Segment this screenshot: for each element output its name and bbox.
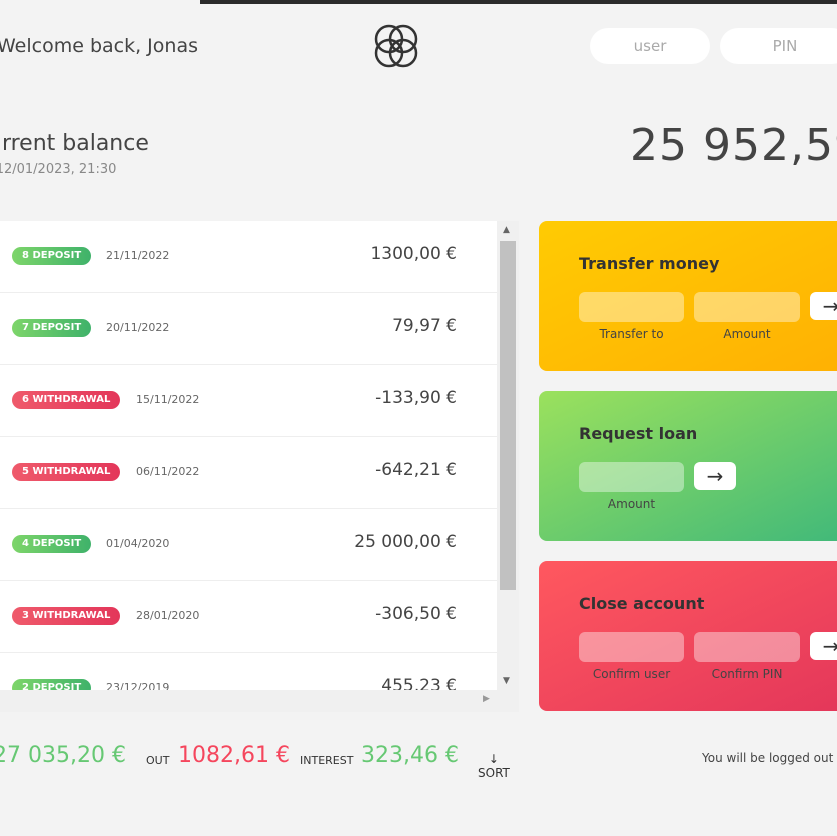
- movement-value: 1300,00 €: [370, 244, 457, 264]
- movement-value: -133,90 €: [375, 388, 457, 408]
- movement-type-badge: 6 WITHDRAWAL: [12, 391, 121, 409]
- movement-row: 5 WITHDRAWAL 06/11/2022 -642,21 €: [0, 437, 497, 509]
- balance-value: 25 952,59: [630, 120, 837, 171]
- movement-type-badge: 3 WITHDRAWAL: [12, 607, 121, 625]
- movement-value: -306,50 €: [375, 604, 457, 624]
- movement-type-badge: 8 DEPOSIT: [12, 247, 92, 265]
- close-pin-label: Confirm PIN: [711, 667, 783, 681]
- movement-type-badge: 4 DEPOSIT: [12, 535, 92, 553]
- logout-timer-text: You will be logged out: [702, 751, 834, 765]
- summary-out-value: 1082,61 €: [178, 743, 290, 768]
- close-submit-button[interactable]: →: [810, 632, 837, 660]
- movements-vertical-scrollbar[interactable]: ▲ ▼: [497, 221, 519, 690]
- summary-bar: 27 035,20 € OUT 1082,61 € INTEREST 323,4…: [0, 740, 837, 780]
- sort-label: SORT: [478, 766, 510, 780]
- balance-date: f 12/01/2023, 21:30: [0, 162, 117, 177]
- loan-title: Request loan: [579, 424, 698, 443]
- summary-in-value: 27 035,20 €: [0, 743, 126, 768]
- welcome-message: Welcome back, Jonas: [0, 35, 198, 57]
- movements-list[interactable]: 8 DEPOSIT 21/11/2022 1300,00 € 7 DEPOSIT…: [0, 221, 519, 712]
- movement-date: 15/11/2022: [136, 393, 200, 406]
- transfer-title: Transfer money: [579, 254, 720, 273]
- scroll-down-arrow-icon[interactable]: ▼: [503, 676, 510, 686]
- movements-horizontal-scrollbar[interactable]: ▶: [0, 690, 519, 712]
- loan-amount-input[interactable]: [579, 462, 684, 492]
- movement-date: 01/04/2020: [106, 537, 170, 550]
- scroll-right-arrow-icon[interactable]: ▶: [483, 694, 490, 704]
- loan-submit-button[interactable]: →: [694, 462, 736, 490]
- movement-date: 20/11/2022: [106, 321, 170, 334]
- close-pin-input[interactable]: [694, 632, 800, 662]
- sort-arrow-icon: ↓: [488, 752, 499, 766]
- movement-date: 06/11/2022: [136, 465, 200, 478]
- close-user-label: Confirm user: [592, 667, 671, 681]
- movement-value: 79,97 €: [392, 316, 457, 336]
- summary-interest-value: 323,46 €: [361, 743, 459, 768]
- summary-out-label: OUT: [146, 754, 170, 767]
- movement-row: 7 DEPOSIT 20/11/2022 79,97 €: [0, 293, 497, 365]
- movement-value: -642,21 €: [375, 460, 457, 480]
- sort-button[interactable]: ↓ SORT: [478, 752, 510, 780]
- balance-label: urrent balance: [0, 131, 149, 156]
- scroll-up-arrow-icon[interactable]: ▲: [503, 225, 510, 235]
- transfer-to-input[interactable]: [579, 292, 684, 322]
- transfer-submit-button[interactable]: →: [810, 292, 837, 320]
- movement-date: 28/01/2020: [136, 609, 200, 622]
- top-progress-bar: [200, 0, 837, 4]
- transfer-amount-input[interactable]: [694, 292, 800, 322]
- four-circles-logo-icon: [374, 24, 418, 68]
- scrollbar-thumb[interactable]: [500, 241, 516, 590]
- login-user-input[interactable]: [590, 28, 710, 64]
- movement-row: 3 WITHDRAWAL 28/01/2020 -306,50 €: [0, 581, 497, 653]
- close-user-input[interactable]: [579, 632, 684, 662]
- transfer-money-card: Transfer money → Transfer to Amount: [539, 221, 837, 371]
- movement-value: 25 000,00 €: [354, 532, 457, 552]
- movement-row: 8 DEPOSIT 21/11/2022 1300,00 €: [0, 221, 497, 293]
- movement-date: 21/11/2022: [106, 249, 170, 262]
- summary-interest-label: INTEREST: [300, 754, 354, 767]
- login-pin-input[interactable]: [720, 28, 837, 64]
- loan-amount-label: Amount: [607, 497, 656, 511]
- transfer-to-label: Transfer to: [599, 327, 664, 341]
- request-loan-card: Request loan → Amount: [539, 391, 837, 541]
- movement-row: 6 WITHDRAWAL 15/11/2022 -133,90 €: [0, 365, 497, 437]
- movement-type-badge: 7 DEPOSIT: [12, 319, 92, 337]
- movement-type-badge: 5 WITHDRAWAL: [12, 463, 121, 481]
- movement-row: 4 DEPOSIT 01/04/2020 25 000,00 €: [0, 509, 497, 581]
- transfer-amount-label: Amount: [723, 327, 771, 341]
- close-account-card: Close account → Confirm user Confirm PIN: [539, 561, 837, 711]
- close-title: Close account: [579, 594, 705, 613]
